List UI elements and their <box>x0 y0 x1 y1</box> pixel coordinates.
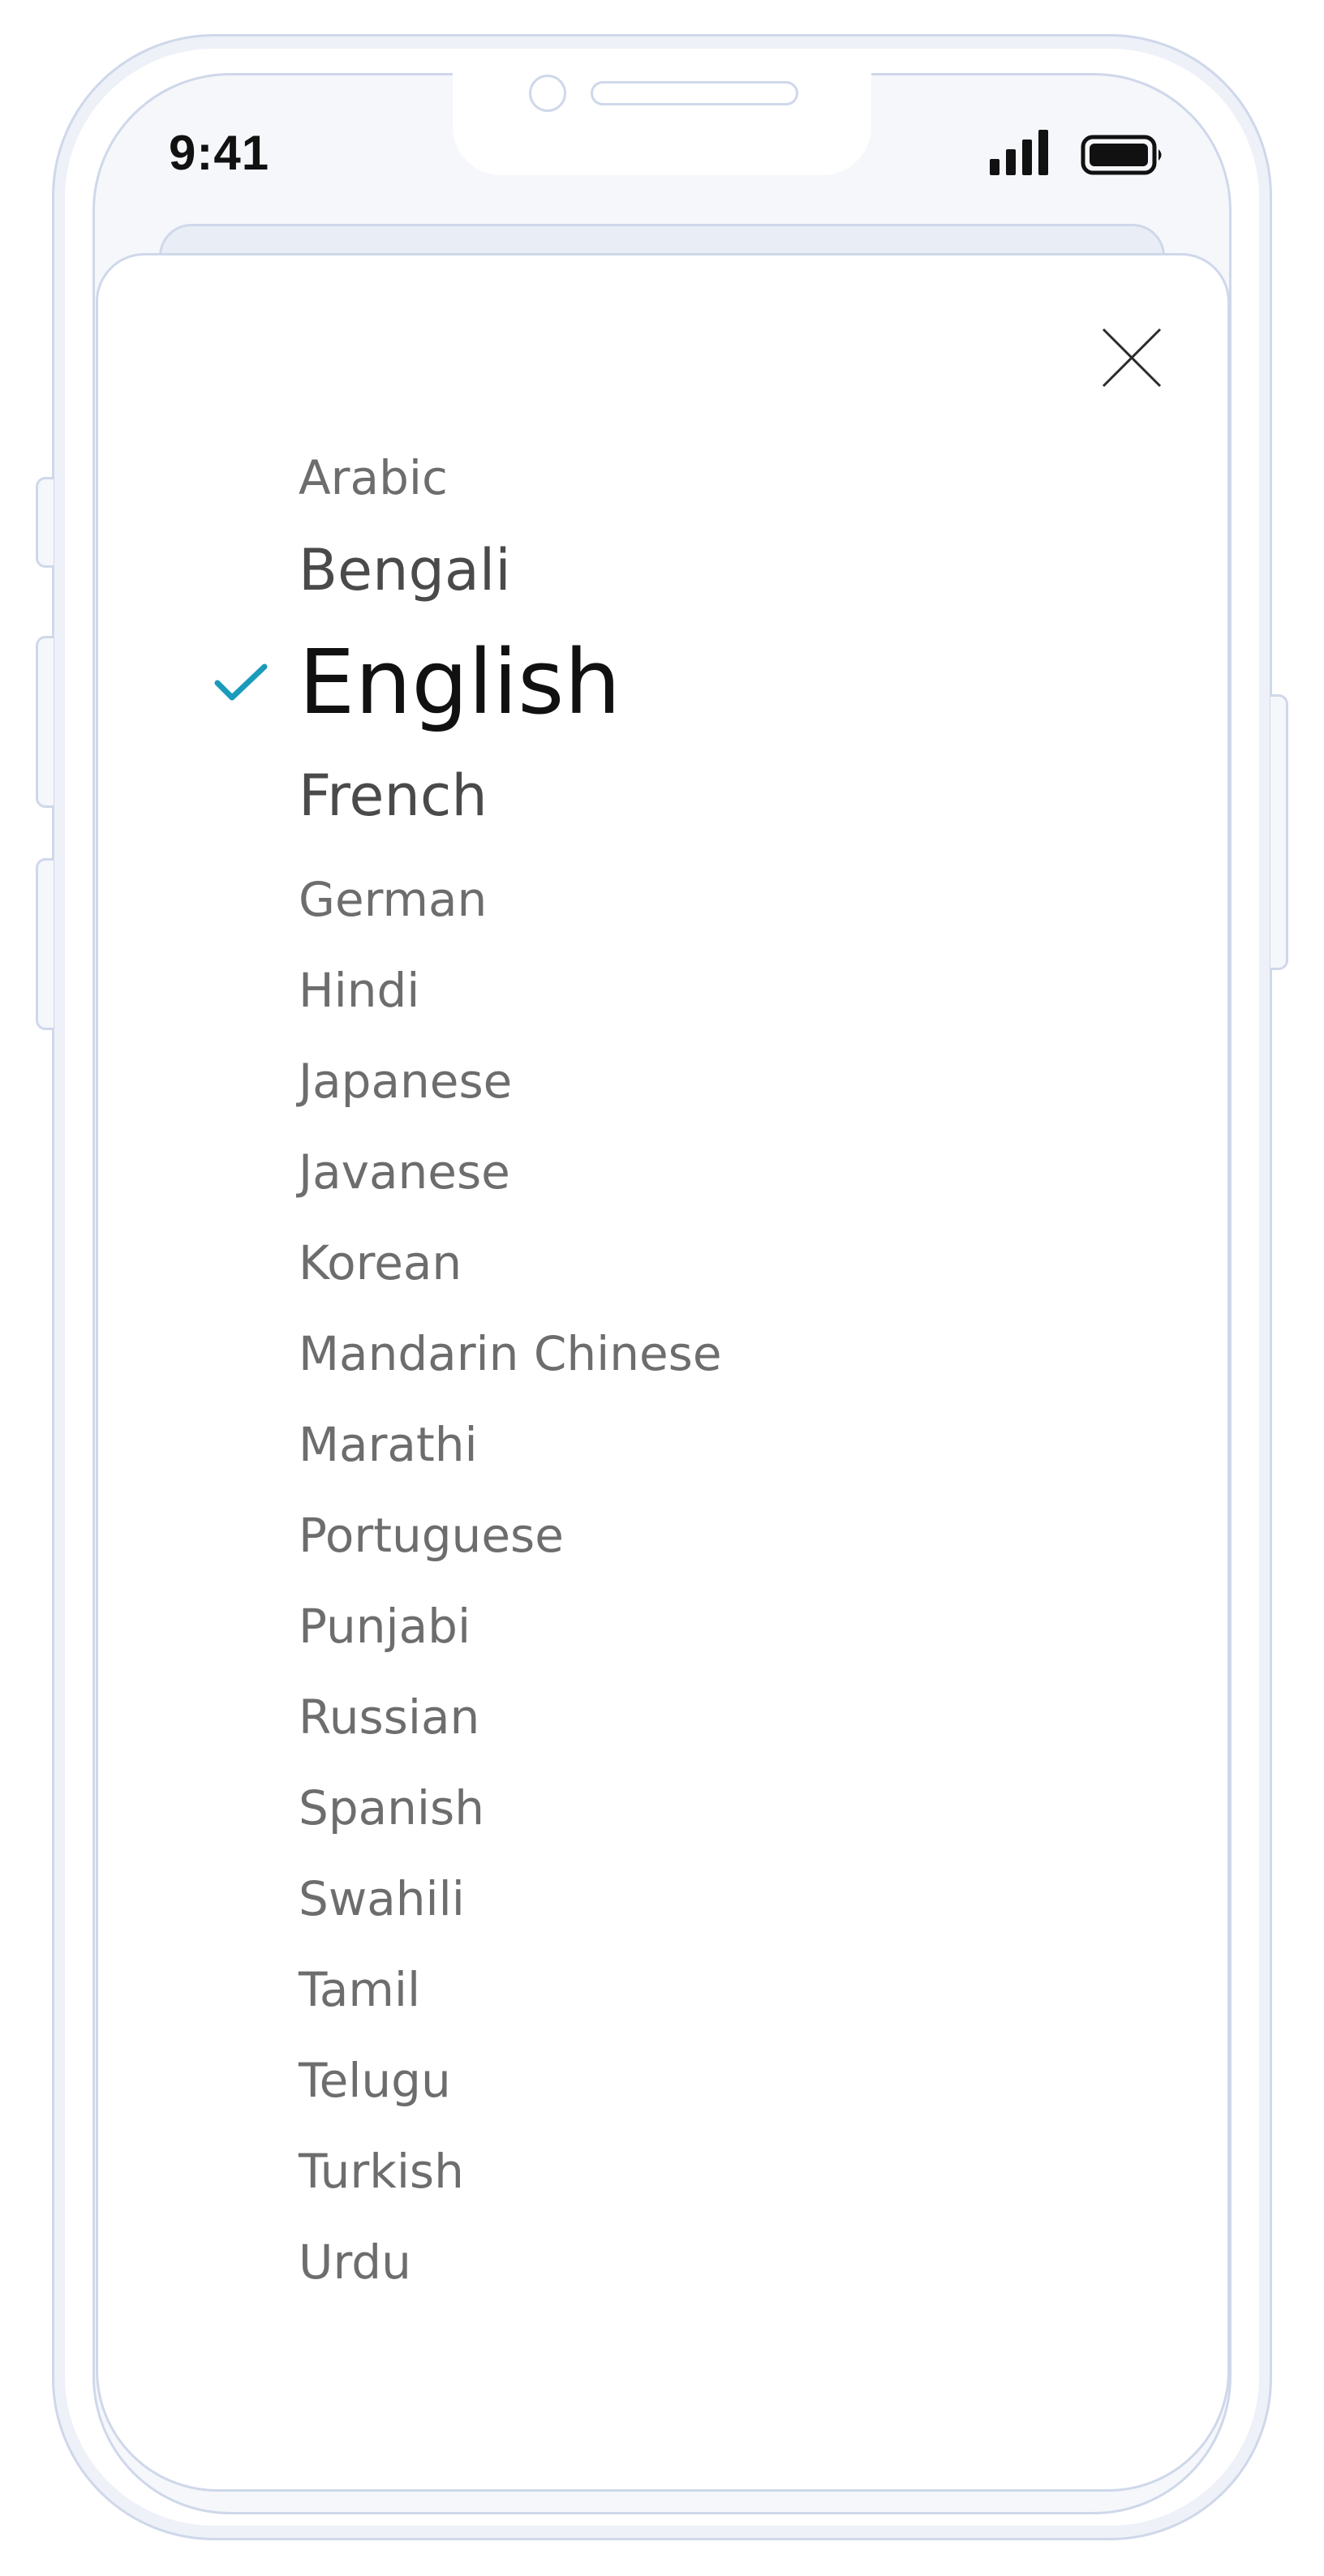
volume-down-button <box>36 858 54 1030</box>
language-option-korean[interactable]: Korean <box>299 1239 462 1286</box>
volume-up-button <box>36 636 54 808</box>
language-option-swahili[interactable]: Swahili <box>299 1875 465 1922</box>
language-option-french[interactable]: French <box>299 767 488 824</box>
language-option-spanish[interactable]: Spanish <box>299 1784 484 1831</box>
close-icon[interactable] <box>1087 313 1176 402</box>
battery-icon <box>1081 135 1162 175</box>
status-time: 9:41 <box>169 126 270 180</box>
earpiece-speaker <box>591 81 798 105</box>
language-option-marathi[interactable]: Marathi <box>299 1421 478 1468</box>
front-camera <box>529 75 566 112</box>
language-option-mandarin-chinese[interactable]: Mandarin Chinese <box>299 1330 722 1377</box>
cellular-signal-icon <box>990 130 1048 175</box>
language-option-hindi[interactable]: Hindi <box>299 967 419 1014</box>
language-option-english[interactable]: English <box>299 638 621 727</box>
language-option-turkish[interactable]: Turkish <box>299 2148 464 2195</box>
checkmark-icon <box>214 663 268 701</box>
language-option-german[interactable]: German <box>299 876 487 923</box>
language-option-javanese[interactable]: Javanese <box>299 1148 510 1196</box>
language-option-tamil[interactable]: Tamil <box>299 1966 420 2013</box>
power-button <box>1270 694 1288 970</box>
language-option-telugu[interactable]: Telugu <box>299 2057 451 2104</box>
mute-switch <box>36 477 54 568</box>
language-option-russian[interactable]: Russian <box>299 1694 479 1741</box>
language-option-punjabi[interactable]: Punjabi <box>299 1603 471 1650</box>
language-option-urdu[interactable]: Urdu <box>299 2239 411 2286</box>
language-option-arabic[interactable]: Arabic <box>299 454 448 501</box>
language-option-bengali[interactable]: Bengali <box>299 542 511 599</box>
language-option-portuguese[interactable]: Portuguese <box>299 1512 564 1559</box>
language-option-japanese[interactable]: Japanese <box>299 1058 512 1105</box>
